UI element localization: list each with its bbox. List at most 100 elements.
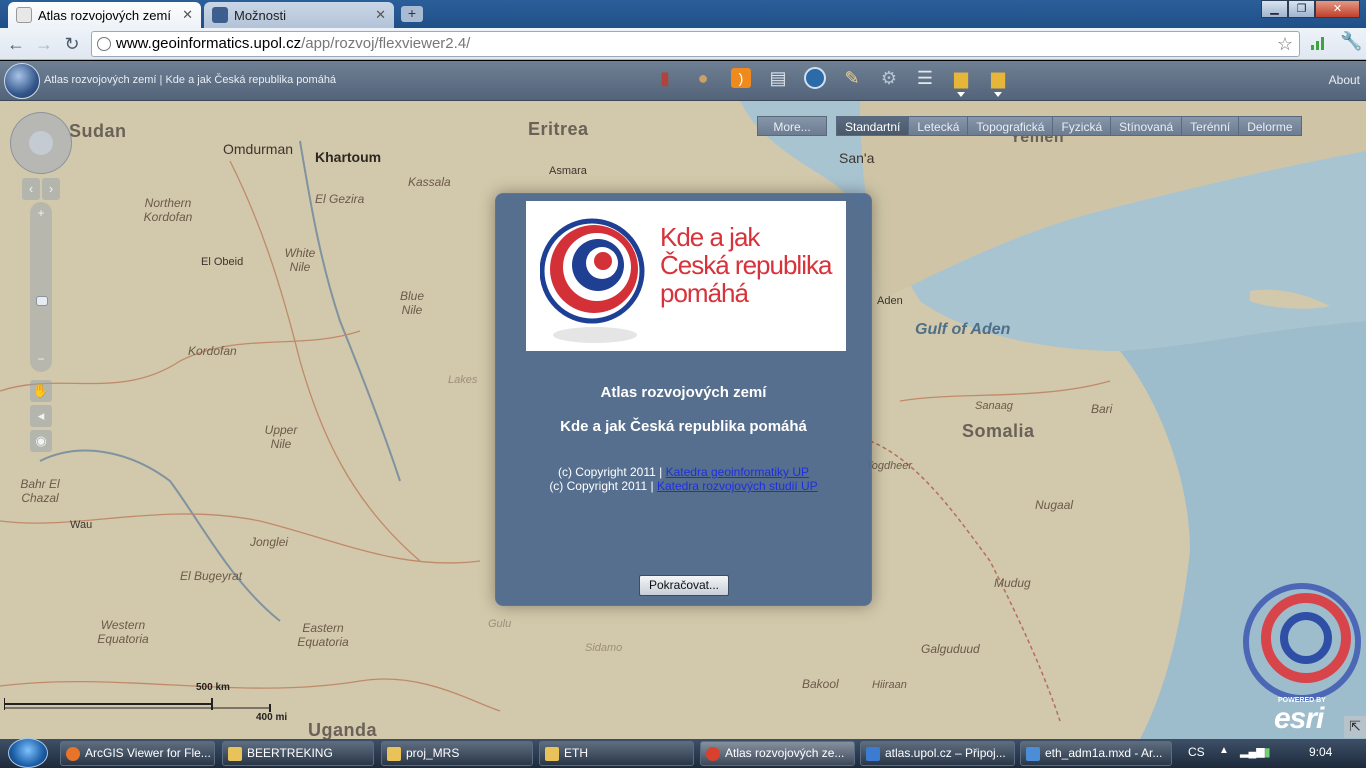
taskbar-item[interactable]: BEERTREKING <box>222 741 374 766</box>
katedra-rozvojovych-studii-link[interactable]: Katedra rozvojových studií UP <box>657 479 818 493</box>
zoom-thumb[interactable] <box>36 296 48 306</box>
map-label: Hiiraan <box>872 679 907 691</box>
zoom-previous-icon[interactable]: ◂ <box>30 405 52 427</box>
battery-icon[interactable]: ▮ <box>1264 745 1271 759</box>
taskbar-label: ArcGIS Viewer for Fle... <box>85 746 211 760</box>
close-window-button[interactable]: ✕ <box>1315 0 1360 18</box>
taskbar-item[interactable]: ArcGIS Viewer for Fle... <box>60 741 215 766</box>
bookmark-star-icon[interactable]: ☆ <box>1277 32 1293 56</box>
basemap-physical-button[interactable]: Fyzická <box>1053 116 1112 136</box>
tab-moznosti[interactable]: Možnosti ✕ <box>204 2 394 28</box>
taskbar-label: atlas.upol.cz – Připoj... <box>885 746 1006 760</box>
start-button[interactable] <box>8 738 48 768</box>
taskbar-label: ETH <box>564 746 588 760</box>
measure-icon[interactable] <box>802 65 828 91</box>
splash-logo: Kde a jak Česká republika pomáhá <box>526 201 846 351</box>
continue-button[interactable]: Pokračovat... <box>639 575 729 596</box>
pan-hand-icon[interactable]: ✋ <box>30 380 52 402</box>
about-link[interactable]: About <box>1329 73 1360 87</box>
print-icon[interactable]: ▤ <box>765 65 791 91</box>
windows-taskbar: ArcGIS Viewer for Fle... BEERTREKING pro… <box>0 738 1366 768</box>
pan-control[interactable] <box>10 112 72 174</box>
map-label: El Gezira <box>315 192 365 206</box>
maximize-button[interactable]: ❐ <box>1288 0 1315 18</box>
basemap-switcher: Standartní Letecká Topografická Fyzická … <box>836 116 1302 136</box>
taskbar-label: proj_MRS <box>406 746 460 760</box>
map-label: Lakes <box>448 374 478 386</box>
map-label: Kassala <box>408 175 451 189</box>
taskbar-item[interactable]: Atlas rozvojových ze... <box>700 741 855 766</box>
list-icon[interactable]: ☰ <box>912 65 938 91</box>
taskbar-label: BEERTREKING <box>247 746 333 760</box>
forward-icon[interactable]: → <box>32 32 56 56</box>
zoom-full-icon[interactable]: ◉ <box>30 430 52 452</box>
basemap-standard-button[interactable]: Standartní <box>836 116 910 136</box>
reload-icon[interactable]: ↻ <box>60 32 84 56</box>
palette-icon[interactable]: ● <box>690 65 716 91</box>
map-label: Kordofan <box>188 344 237 358</box>
splash-subtitle: Kde a jak Česká republika pomáhá <box>560 418 807 435</box>
splash-title: Atlas rozvojových zemí <box>600 384 767 401</box>
basemap-aerial-button[interactable]: Letecká <box>909 116 969 136</box>
map-label: Gulu <box>488 618 512 630</box>
taskbar-label: eth_adm1a.mxd - Ar... <box>1045 746 1163 760</box>
wrench-favicon-icon <box>212 7 228 23</box>
map-label: Sudan <box>69 121 127 141</box>
taskbar-item[interactable]: eth_adm1a.mxd - Ar... <box>1020 741 1172 766</box>
folder-icon <box>545 747 559 761</box>
map-label: Omdurman <box>223 141 294 157</box>
resize-corner-icon[interactable]: ⇱ <box>1344 716 1366 738</box>
splash-dialog: Kde a jak Česká republika pomáhá Atlas r… <box>495 193 872 606</box>
tray-expand-icon[interactable]: ▲ <box>1219 745 1229 756</box>
folder-icon[interactable]: ▆ <box>985 65 1011 97</box>
basemap-delorme-button[interactable]: Delorme <box>1239 116 1302 136</box>
basemap-shaded-button[interactable]: Stínovaná <box>1111 116 1183 136</box>
tab-atlas[interactable]: Atlas rozvojových zemí ✕ <box>8 2 201 28</box>
gears-icon[interactable]: ⚙ <box>876 65 902 91</box>
map-label: El Obeid <box>201 256 244 268</box>
edit-icon[interactable]: ✎ <box>839 65 865 91</box>
folder-icon <box>228 747 242 761</box>
map-label: Upper Nile <box>264 423 298 451</box>
chevron-right-icon[interactable]: › <box>42 178 60 200</box>
chevron-left-icon[interactable]: ‹ <box>22 178 40 200</box>
tab-close-icon[interactable]: ✕ <box>375 7 386 23</box>
map-label: Northern Kordofan <box>143 196 193 224</box>
scale-km-label: 500 km <box>196 682 230 693</box>
tab-close-icon[interactable]: ✕ <box>182 7 193 23</box>
clock[interactable]: 9:04 <box>1309 745 1332 759</box>
wrench-icon[interactable]: 🔧 <box>1340 31 1362 52</box>
browser-toolbar: ← → ↻ www.geoinformatics.upol.cz/app/roz… <box>0 28 1366 60</box>
map-label: Western Equatoria <box>97 618 149 646</box>
taskbar-item[interactable]: ETH <box>539 741 694 766</box>
book-icon[interactable]: ▮ <box>652 65 678 91</box>
katedra-geoinformatiky-link[interactable]: Katedra geoinformatiky UP <box>666 465 809 479</box>
logo-line: Kde a jak <box>660 222 760 252</box>
zoom-out-icon[interactable]: − <box>35 353 47 365</box>
taskbar-item[interactable]: proj_MRS <box>381 741 533 766</box>
map-label: Asmara <box>549 165 587 177</box>
language-indicator[interactable]: CS <box>1188 745 1205 759</box>
network-icon[interactable]: ▂▄▆ <box>1240 745 1265 758</box>
taskbar-item[interactable]: atlas.upol.cz – Připoj... <box>860 741 1015 766</box>
minimize-button[interactable]: ▁ <box>1261 0 1288 18</box>
map-label: Aden <box>877 295 903 307</box>
map-label: Jonglei <box>250 535 289 549</box>
zoom-in-icon[interactable]: + <box>35 207 47 219</box>
address-bar[interactable]: www.geoinformatics.upol.cz/app/rozvoj/fl… <box>91 31 1300 57</box>
map-label: Uganda <box>308 720 378 739</box>
basemap-topo-button[interactable]: Topografická <box>968 116 1054 136</box>
basemap-terrain-button[interactable]: Terénní <box>1182 116 1240 136</box>
map-label: Eastern Equatoria <box>297 621 349 649</box>
new-tab-button[interactable]: + <box>401 6 423 22</box>
pan-center[interactable] <box>29 131 53 155</box>
scale-mi-label: 400 mi <box>256 712 288 723</box>
zoom-slider[interactable] <box>30 202 52 372</box>
folder-icon[interactable]: ▆ <box>948 65 974 97</box>
rss-icon[interactable]: ) <box>728 65 754 91</box>
app-logo-icon <box>4 63 40 99</box>
url-path: /app/rozvoj/flexviewer2.4/ <box>301 35 471 52</box>
back-icon[interactable]: ← <box>4 32 28 56</box>
app-header: Atlas rozvojových zemí | Kde a jak Česká… <box>0 61 1366 101</box>
more-basemaps-button[interactable]: More... <box>757 116 827 136</box>
